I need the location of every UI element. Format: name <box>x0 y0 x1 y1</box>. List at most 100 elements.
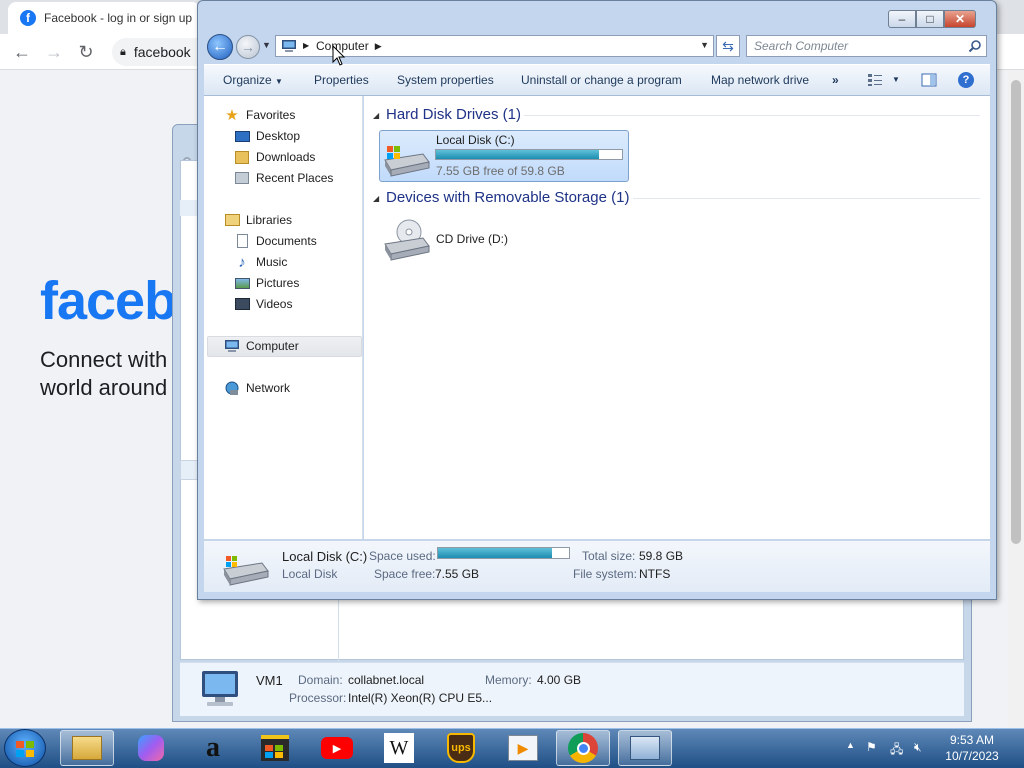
system-divider <box>338 600 339 662</box>
nav-label: Videos <box>256 297 293 311</box>
drive-d-name: CD Drive (D:) <box>436 232 508 246</box>
collapse-group-icon[interactable]: ◢ <box>373 194 379 203</box>
browser-tab-title: Facebook - log in or sign up <box>44 11 193 25</box>
browser-forward-icon[interactable]: → <box>44 42 64 62</box>
ups-icon: ups <box>447 733 475 763</box>
taskbar-store[interactable] <box>248 730 302 766</box>
desktop-icon <box>234 128 250 144</box>
amazon-icon: a <box>206 732 220 763</box>
taskbar-media[interactable]: ▶ <box>496 730 550 766</box>
taskbar-ups[interactable]: ups <box>434 730 488 766</box>
show-hidden-icons-icon[interactable]: ▲ <box>846 740 855 750</box>
taskbar-copilot[interactable] <box>124 730 178 766</box>
computer-name: VM1 <box>256 673 283 688</box>
nav-item-music[interactable]: ♪ Music <box>234 252 287 272</box>
taskbar-youtube[interactable]: ▶ <box>310 730 364 766</box>
group-divider <box>524 115 980 116</box>
maximize-button[interactable]: □ <box>916 10 944 28</box>
back-button[interactable]: ← <box>207 34 233 60</box>
videos-icon <box>234 296 250 312</box>
collapse-group-icon[interactable]: ◢ <box>373 111 379 120</box>
action-center-icon[interactable]: ⚑ <box>866 740 877 754</box>
browser-tab[interactable]: f Facebook - log in or sign up <box>8 2 200 34</box>
clock-date: 10/7/2023 <box>945 749 999 763</box>
refresh-button[interactable]: ⇆ <box>716 35 740 57</box>
breadcrumb-chevron-icon[interactable]: ▶ <box>375 41 382 52</box>
map-network-drive-button[interactable]: Map network drive <box>711 73 809 87</box>
forward-button[interactable]: → <box>236 35 260 59</box>
pictures-icon <box>234 275 250 291</box>
nav-item-downloads[interactable]: Downloads <box>234 147 315 167</box>
taskbar-amazon[interactable]: a <box>186 730 240 766</box>
nav-item-recent-places[interactable]: Recent Places <box>234 168 333 188</box>
space-free-value: 7.55 GB <box>435 567 480 581</box>
volume-muted-icon[interactable]: 🔇︎ <box>914 740 922 755</box>
nav-label: Documents <box>256 234 317 248</box>
domain-label: Domain: <box>298 673 343 687</box>
store-icon <box>261 735 289 761</box>
close-button[interactable]: ✕ <box>944 10 976 28</box>
details-usage-bar <box>437 547 570 559</box>
computer-icon <box>224 338 240 354</box>
taskbar-remote-desktop[interactable] <box>618 730 672 766</box>
group-header-hdd[interactable]: Hard Disk Drives (1) <box>386 106 521 123</box>
recent-places-icon <box>234 170 250 186</box>
preview-pane-icon[interactable] <box>921 73 937 87</box>
start-button[interactable] <box>4 729 46 767</box>
nav-item-libraries[interactable]: Libraries <box>224 210 292 230</box>
processor-value: Intel(R) Xeon(R) CPU E5... <box>348 691 493 705</box>
drive-c-name: Local Disk (C:) <box>436 133 515 147</box>
cd-drive-icon <box>384 219 430 261</box>
taskbar-wikipedia[interactable]: W <box>372 730 426 766</box>
recent-pages-dropdown-icon[interactable]: ▼ <box>262 40 271 50</box>
browser-back-icon[interactable]: ← <box>12 42 32 62</box>
taskbar-explorer[interactable] <box>60 730 114 766</box>
nav-label: Music <box>256 255 288 269</box>
nav-item-videos[interactable]: Videos <box>234 294 292 314</box>
nav-item-network[interactable]: Network <box>224 378 290 398</box>
system-properties-button[interactable]: System properties <box>397 73 494 87</box>
nav-item-computer[interactable]: Computer <box>224 336 299 356</box>
tagline-line-1: Connect with <box>40 347 168 372</box>
group-header-removable[interactable]: Devices with Removable Storage (1) <box>386 189 629 206</box>
explorer-icon <box>72 736 102 760</box>
search-icon[interactable] <box>968 39 982 53</box>
minimize-button[interactable]: ‒ <box>888 10 916 28</box>
network-icon <box>224 380 240 396</box>
system-details-pane: VM1 Domain: collabnet.local Memory: 4.00… <box>180 662 964 716</box>
nav-item-favorites[interactable]: ★ Favorites <box>224 105 295 125</box>
taskbar-clock[interactable]: 9:53 AM 10/7/2023 <box>936 732 1008 764</box>
nav-item-pictures[interactable]: Pictures <box>234 273 299 293</box>
view-dropdown-icon[interactable]: ▼ <box>892 75 900 84</box>
search-placeholder: Search Computer <box>754 39 849 53</box>
space-free-label: Space free: <box>374 567 436 581</box>
nav-item-documents[interactable]: Documents <box>234 231 317 251</box>
help-button[interactable]: ? <box>958 72 974 88</box>
properties-button[interactable]: Properties <box>314 73 369 87</box>
taskbar-chrome[interactable] <box>556 730 610 766</box>
nav-label: Desktop <box>256 129 301 143</box>
copilot-icon <box>138 735 164 761</box>
windows-logo-icon <box>16 741 34 757</box>
address-chevron-icon[interactable]: ▶ <box>303 41 309 50</box>
remote-desktop-icon <box>630 736 660 760</box>
facebook-favicon-icon: f <box>20 10 36 26</box>
uninstall-program-button[interactable]: Uninstall or change a program <box>521 73 682 87</box>
page-scrollbar-thumb[interactable] <box>1011 80 1021 544</box>
mouse-cursor-icon <box>332 45 346 66</box>
url-text: facebook <box>133 44 191 60</box>
change-view-icon[interactable] <box>867 73 883 87</box>
chrome-icon <box>568 733 598 763</box>
group-divider <box>633 198 980 199</box>
organize-menu[interactable]: Organize ▼ <box>223 73 283 87</box>
network-tray-icon[interactable]: 🖧︎ <box>890 740 903 761</box>
nav-item-desktop[interactable]: Desktop <box>234 126 300 146</box>
nav-label: Network <box>246 381 291 395</box>
clock-time: 9:53 AM <box>949 733 995 747</box>
search-input[interactable]: Search Computer <box>746 35 987 57</box>
organize-label: Organize <box>223 73 272 87</box>
more-commands-button[interactable]: » <box>832 73 839 87</box>
address-dropdown-icon[interactable]: ▼ <box>700 40 709 50</box>
documents-icon <box>234 233 250 249</box>
browser-reload-icon[interactable]: ↻ <box>76 42 96 62</box>
